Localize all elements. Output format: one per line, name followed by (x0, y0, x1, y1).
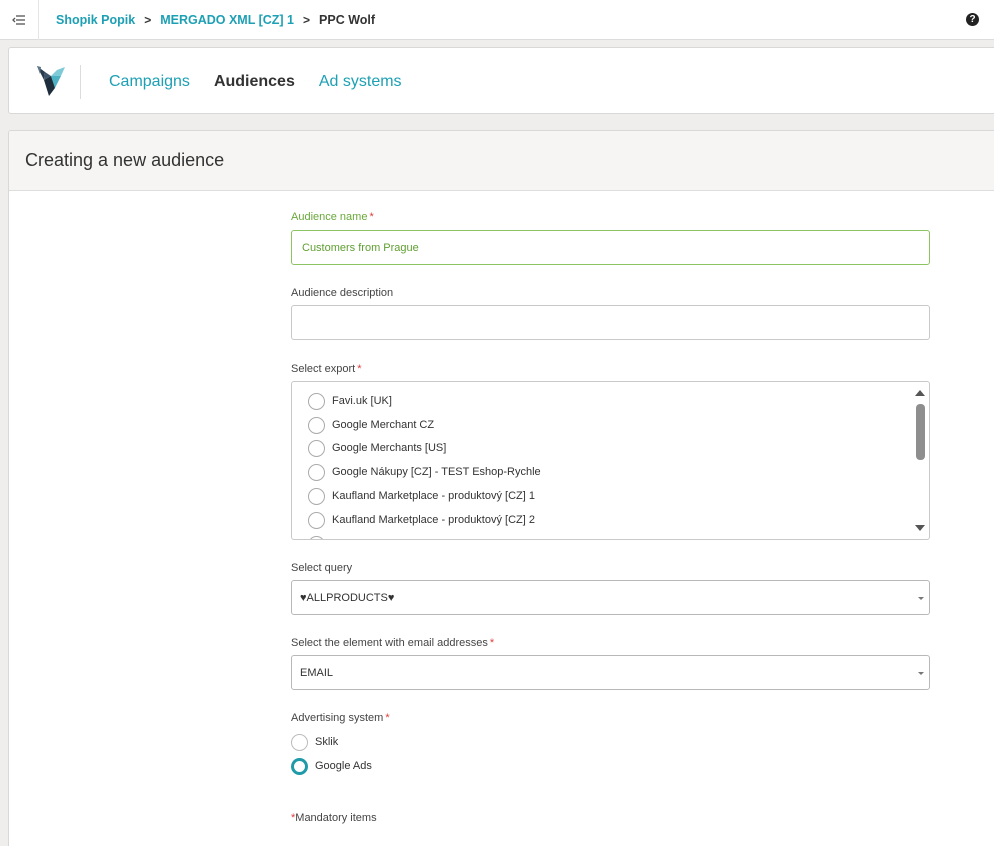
page-title: Creating a new audience (25, 150, 225, 170)
radio-google-ads-label: Google Ads (315, 760, 372, 772)
breadcrumb-shop[interactable]: Shopik Popik (56, 13, 135, 27)
menu-collapse-icon[interactable] (0, 0, 39, 40)
email-element-label-text: Select the element with email addresses (291, 637, 488, 649)
tab-ad-systems[interactable]: Ad systems (319, 73, 402, 91)
radio-google-ads[interactable]: Google Ads (291, 757, 372, 775)
email-element-label: Select the element with email addresses * (291, 637, 494, 649)
export-option-label: Favi.uk [UK] (332, 395, 392, 407)
audience-name-label: Audience name * (291, 211, 374, 223)
radio-icon (308, 535, 325, 539)
select-query-label: Select query (291, 562, 353, 574)
radio-icon (291, 733, 308, 751)
radio-icon (308, 416, 325, 434)
export-option[interactable]: Kaufland Marketplace - produktový [CZ] 2 (308, 510, 535, 530)
scroll-up-arrow-icon[interactable] (915, 390, 925, 396)
radio-icon (308, 392, 325, 410)
scrollbar-thumb[interactable] (916, 404, 925, 460)
query-select-value: ♥ALLPRODUCTS♥ (300, 591, 395, 604)
export-option-label: Google Merchants [US] (332, 442, 447, 454)
tab-campaigns[interactable]: Campaigns (109, 73, 190, 91)
breadcrumb-separator: > (303, 13, 311, 27)
chevron-down-icon (918, 672, 924, 675)
nav-divider (80, 65, 81, 99)
required-mark: * (369, 211, 374, 223)
select-export-label: Select export * (291, 363, 361, 375)
radio-icon (308, 487, 325, 505)
radio-sklik[interactable]: Sklik (291, 733, 338, 751)
advertising-system-label-text: Advertising system (291, 712, 384, 724)
breadcrumb-current: PPC Wolf (319, 13, 376, 27)
radio-icon (308, 463, 325, 481)
export-option[interactable]: Favi.uk [UK] (308, 391, 392, 411)
breadcrumb-separator: > (144, 13, 152, 27)
radio-checked-icon (291, 757, 308, 775)
email-element-select-value: EMAIL (300, 666, 334, 679)
advertising-system-label: Advertising system * (291, 712, 390, 724)
audience-name-input[interactable] (291, 230, 930, 265)
required-mark: * (357, 363, 362, 375)
export-option-label: Kaufland Marketplace - produktový [CZ] 1 (332, 490, 535, 502)
required-mark: * (489, 637, 495, 649)
radio-icon (308, 511, 325, 529)
audience-name-label-text: Audience name (291, 211, 368, 223)
breadcrumb: Shopik Popik > MERGADO XML [CZ] 1 > PPC … (56, 0, 375, 40)
required-mark: * (385, 712, 390, 724)
app-nav-card: Campaigns Audiences Ad systems (8, 47, 994, 114)
mandatory-note-text: Mandatory items (295, 812, 377, 824)
chevron-down-icon (918, 597, 924, 600)
scroll-down-arrow-icon[interactable] (915, 525, 925, 531)
nav-tabs: Campaigns Audiences Ad systems (109, 48, 402, 115)
export-option-label: Kaufland Marketplace - produktový [CZ] 2 (332, 514, 535, 526)
select-export-label-text: Select export (291, 363, 356, 375)
audience-form-card: Creating a new audience Audience name* A… (8, 130, 994, 846)
audience-description-label: Audience description (291, 287, 394, 299)
email-element-select[interactable]: EMAIL (291, 655, 930, 690)
audience-description-input[interactable] (291, 305, 930, 340)
radio-sklik-label: Sklik (315, 736, 339, 748)
card-header: Creating a new audience (9, 131, 994, 191)
export-option[interactable]: Google Merchant CZ (308, 415, 434, 435)
wolf-logo (35, 62, 67, 98)
export-option[interactable]: Kaufland Marketplace - produktový [CZ] 1 (308, 486, 535, 506)
breadcrumb-project[interactable]: MERGADO XML [CZ] 1 (160, 13, 294, 27)
export-option-label: Google Nákupy [CZ] - TEST Eshop-Rychle (332, 466, 541, 478)
export-option-label: Google Merchant CZ (332, 419, 435, 431)
export-listbox[interactable]: Favi.uk [UK] Google Merchant CZ Google M… (291, 381, 930, 540)
mandatory-note: *Mandatory items (291, 812, 377, 824)
export-option-partial[interactable] (308, 534, 332, 539)
radio-icon (308, 439, 325, 457)
export-option[interactable]: Google Merchants [US] (308, 438, 446, 458)
tab-audiences[interactable]: Audiences (214, 73, 295, 91)
top-bar: Shopik Popik > MERGADO XML [CZ] 1 > PPC … (0, 0, 994, 40)
export-option[interactable]: Google Nákupy [CZ] - TEST Eshop-Rychle (308, 462, 541, 482)
help-icon[interactable]: ? (966, 13, 979, 26)
query-select[interactable]: ♥ALLPRODUCTS♥ (291, 580, 930, 615)
